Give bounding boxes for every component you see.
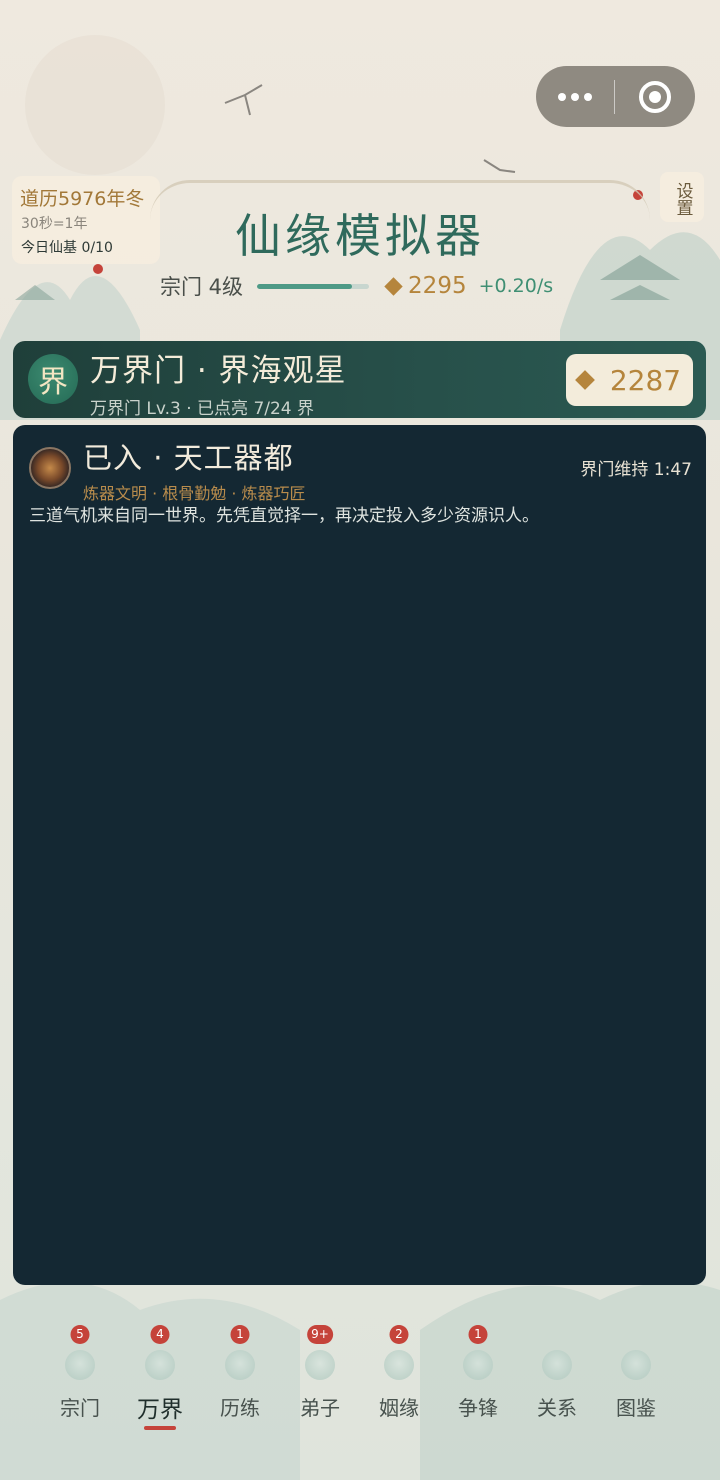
realm-coin-display: 2287 [566, 354, 693, 406]
miniprogram-capsule [536, 66, 695, 127]
disciple-icon [305, 1350, 335, 1380]
more-dot-icon [584, 92, 592, 101]
tab-codex[interactable]: 图鉴 [606, 1322, 666, 1432]
gate-timer: 界门维持 1:47 [580, 460, 692, 480]
bottom-tab-bar: 5 宗门 4 万界 1 历练 9+ 弟子 2 姻缘 1 争锋 关系 图鉴 [60, 1322, 700, 1442]
world-description: 三道气机来自同一世界。先凭直觉择一，再决定投入多少资源识人。 [29, 506, 539, 526]
tab-label: 宗门 [60, 1396, 100, 1420]
tab-label: 万界 [137, 1397, 183, 1423]
tab-label: 姻缘 [379, 1396, 419, 1420]
tab-badge: 1 [468, 1325, 488, 1344]
sect-hall-icon [65, 1350, 95, 1380]
tab-relations[interactable]: 关系 [527, 1322, 587, 1432]
tab-badge: 1 [230, 1325, 250, 1344]
realm-header-card: 界 万界门 · 界海观星 万界门 Lv.3 · 已点亮 7/24 界 2287 [13, 341, 706, 418]
tab-disciples[interactable]: 9+ 弟子 [290, 1322, 350, 1432]
realm-gate-icon [145, 1350, 175, 1380]
world-emblem-icon [29, 447, 71, 489]
tab-marriage[interactable]: 2 姻缘 [369, 1322, 429, 1432]
tab-label: 关系 [537, 1396, 577, 1420]
realm-badge-icon: 界 [28, 354, 78, 404]
world-title: 已入 · 天工器都 [83, 441, 294, 475]
close-miniprogram-button[interactable] [615, 66, 695, 127]
more-dot-icon [571, 92, 579, 101]
realm-subtitle: 万界门 Lv.3 · 已点亮 7/24 界 [90, 399, 315, 418]
marriage-icon [384, 1350, 414, 1380]
tab-realms[interactable]: 4 万界 [130, 1322, 190, 1432]
app-title: 仙缘模拟器 [235, 209, 485, 263]
sect-level: 宗门 4级 [160, 275, 244, 299]
target-icon [639, 80, 671, 113]
tab-label: 图鉴 [616, 1396, 656, 1420]
tab-sect[interactable]: 5 宗门 [50, 1322, 110, 1432]
sect-progress-fill [257, 283, 353, 289]
tab-label: 历练 [220, 1396, 260, 1420]
codex-icon [621, 1350, 651, 1380]
active-tab-indicator [144, 1426, 176, 1430]
spirit-stone-icon [384, 276, 403, 296]
trial-icon [225, 1350, 255, 1380]
more-menu-button[interactable] [536, 66, 614, 127]
realm-name: 万界门 · 界海观星 [90, 353, 347, 389]
tab-trial[interactable]: 1 历练 [210, 1322, 270, 1432]
tab-battle[interactable]: 1 争锋 [448, 1322, 508, 1432]
sect-progress-bar [257, 283, 370, 289]
more-dot-icon [558, 92, 566, 101]
income-rate: +0.20/s [478, 275, 554, 297]
relation-icon [542, 1350, 572, 1380]
sect-status: 宗门 4级 2295 +0.20/s [160, 270, 553, 302]
tab-badge: 4 [150, 1325, 170, 1344]
tab-badge: 5 [70, 1325, 90, 1344]
battle-icon [463, 1350, 493, 1380]
world-panel: 已入 · 天工器都 界门维持 1:47 炼器文明 · 根骨勤勉 · 炼器巧匠 三… [13, 425, 706, 1285]
realm-coin-count: 2287 [609, 363, 682, 397]
spirit-stone-count: 2295 [408, 273, 467, 299]
spirit-stone-icon [574, 370, 595, 390]
tab-badge: 2 [389, 1325, 409, 1344]
tab-badge: 9+ [307, 1325, 333, 1344]
tab-label: 争锋 [458, 1396, 498, 1420]
tab-label: 弟子 [300, 1396, 340, 1420]
